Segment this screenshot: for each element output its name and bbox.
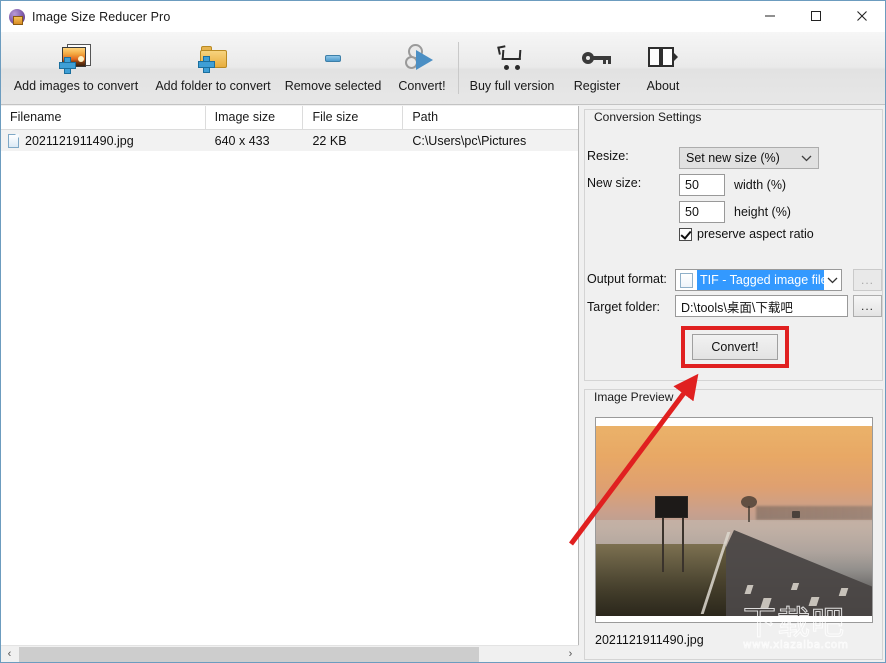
window-controls — [747, 1, 885, 31]
toolbar-label-about: About — [646, 79, 680, 93]
image-preview-box — [595, 417, 873, 623]
column-header-image-size[interactable]: Image size — [206, 106, 304, 130]
image-preview-legend: Image Preview — [591, 390, 677, 404]
file-list-header: Filename Image size File size Path — [1, 106, 578, 130]
toolbar-button-remove-selected[interactable]: Remove selected — [279, 34, 387, 102]
new-size-label: New size: — [587, 176, 642, 190]
cell-path: C:\Users\pc\Pictures — [412, 133, 527, 148]
output-format-select[interactable]: TIF - Tagged image file — [675, 269, 842, 291]
file-icon — [8, 133, 19, 148]
toolbar: Add images to convert Add folder to conv… — [1, 32, 885, 105]
toolbar-button-about[interactable]: About — [632, 34, 694, 102]
output-format-value: TIF - Tagged image file — [697, 270, 824, 290]
convert-button[interactable]: Convert! — [692, 334, 778, 360]
height-input-value: 50 — [685, 205, 699, 219]
resize-mode-select[interactable]: Set new size (%) — [679, 147, 819, 169]
conversion-settings-legend: Conversion Settings — [591, 110, 705, 124]
target-folder-label: Target folder: — [587, 300, 660, 314]
cell-file-size: 22 KB — [312, 133, 347, 148]
column-header-path[interactable]: Path — [403, 106, 578, 130]
app-icon — [9, 8, 25, 25]
resize-mode-value: Set new size (%) — [686, 151, 780, 165]
minimize-button[interactable] — [747, 1, 793, 31]
cell-filename-text: 2021121911490.jpg — [25, 133, 134, 148]
toolbar-label-buy-full-version: Buy full version — [469, 79, 555, 93]
chevron-down-icon — [824, 270, 841, 290]
toolbar-label-add-folder: Add folder to convert — [155, 79, 271, 93]
file-type-icon — [680, 272, 693, 288]
scroll-left-button[interactable]: ‹ — [1, 645, 18, 662]
resize-row: Resize: — [587, 149, 675, 163]
table-row[interactable]: 2021121911490.jpg 640 x 433 22 KB C:\Use… — [1, 130, 578, 151]
width-unit-label: width (%) — [734, 178, 787, 192]
remove-icon — [313, 40, 353, 76]
convert-gears-icon — [402, 40, 442, 76]
toolbar-separator — [458, 42, 459, 94]
title-bar: Image Size Reducer Pro — [1, 1, 885, 32]
file-list-rows: 2021121911490.jpg 640 x 433 22 KB C:\Use… — [1, 130, 578, 151]
toolbar-label-convert: Convert! — [398, 79, 446, 93]
preview-image — [596, 426, 872, 616]
shopping-cart-icon — [492, 40, 532, 76]
close-button[interactable] — [839, 1, 885, 31]
toolbar-button-add-folder[interactable]: Add folder to convert — [147, 34, 279, 102]
window-title: Image Size Reducer Pro — [32, 9, 171, 24]
preserve-aspect-ratio-label: preserve aspect ratio — [697, 227, 814, 241]
key-icon — [577, 40, 617, 76]
maximize-button[interactable] — [793, 1, 839, 31]
scroll-right-button[interactable]: › — [562, 645, 579, 662]
width-input-value: 50 — [685, 178, 699, 192]
scrollbar-track[interactable] — [480, 645, 562, 662]
chevron-down-icon — [801, 148, 812, 168]
toolbar-button-add-images[interactable]: Add images to convert — [5, 34, 147, 102]
toolbar-label-register: Register — [573, 79, 621, 93]
add-folder-icon — [193, 40, 233, 76]
maximize-icon — [811, 11, 821, 21]
resize-label: Resize: — [587, 149, 629, 163]
target-folder-browse-button[interactable]: ... — [853, 295, 882, 317]
cell-image-size: 640 x 433 — [214, 133, 270, 148]
new-size-row: New size: — [587, 176, 675, 190]
add-image-icon — [56, 40, 96, 76]
toolbar-button-register[interactable]: Register — [562, 34, 632, 102]
file-list-panel: Filename Image size File size Path 20211… — [1, 106, 579, 662]
cell-filename: 2021121911490.jpg — [1, 133, 206, 148]
horizontal-scrollbar[interactable]: ‹ › — [1, 645, 579, 662]
checkbox-check-icon — [679, 227, 692, 241]
output-format-browse-button[interactable]: ... — [853, 269, 882, 291]
minimize-icon — [765, 15, 775, 17]
application-window: Image Size Reducer Pro Add images to con… — [0, 0, 886, 663]
output-format-label: Output format: — [587, 272, 667, 286]
target-folder-value: D:\tools\桌面\下载吧 — [681, 300, 793, 315]
toolbar-label-add-images: Add images to convert — [13, 79, 139, 93]
close-icon — [857, 11, 867, 21]
toolbar-label-remove-selected: Remove selected — [284, 79, 382, 93]
column-header-file-size[interactable]: File size — [303, 106, 404, 130]
scrollbar-thumb[interactable] — [19, 646, 479, 662]
toolbar-button-convert[interactable]: Convert! — [387, 34, 457, 102]
column-header-filename[interactable]: Filename — [1, 106, 206, 130]
toolbar-button-buy-full-version[interactable]: Buy full version — [462, 34, 562, 102]
preview-filename: 2021121911490.jpg — [595, 633, 704, 647]
target-folder-input[interactable]: D:\tools\桌面\下载吧 — [675, 295, 848, 317]
preserve-aspect-ratio-checkbox[interactable]: preserve aspect ratio — [679, 227, 814, 241]
height-input[interactable]: 50 — [679, 201, 725, 223]
height-unit-label: height (%) — [734, 205, 791, 219]
width-input[interactable]: 50 — [679, 174, 725, 196]
book-icon — [643, 40, 683, 76]
